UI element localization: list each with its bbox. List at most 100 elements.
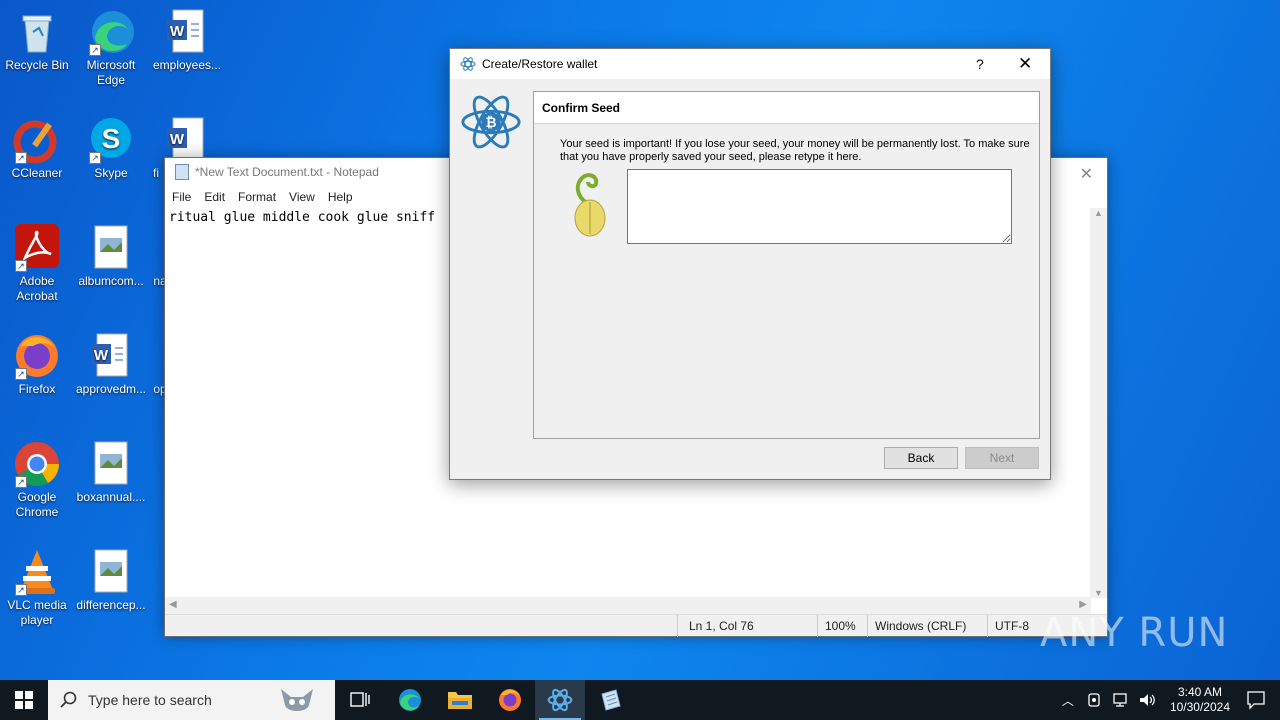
status-divider	[817, 615, 818, 637]
menu-format[interactable]: Format	[238, 190, 276, 204]
back-button[interactable]: Back	[884, 447, 958, 469]
next-button[interactable]: Next	[965, 447, 1039, 469]
desktop-icon-microsoft-edge[interactable]: ↗ Microsoft Edge	[74, 8, 148, 88]
adobe-acrobat-icon: ↗	[13, 224, 61, 272]
scroll-up-icon[interactable]: ▲	[1090, 208, 1107, 218]
help-button[interactable]: ?	[976, 56, 984, 72]
shortcut-arrow-icon: ↗	[89, 152, 101, 164]
create-restore-wallet-dialog[interactable]: Create/Restore wallet ? ✕ ₿ Confirm Seed…	[449, 48, 1051, 480]
svg-text:W: W	[170, 131, 185, 148]
status-divider	[867, 615, 868, 637]
vlc-icon: ↗	[13, 548, 61, 596]
notepad-statusbar: Ln 1, Col 76 100% Windows (CRLF) UTF-8	[165, 614, 1107, 637]
taskbar-clock[interactable]: 3:40 AM 10/30/2024	[1170, 685, 1230, 715]
volume-icon[interactable]	[1138, 691, 1156, 709]
desktop-icon-approvedm[interactable]: W approvedm...	[74, 332, 148, 397]
scroll-right-icon[interactable]: ▶	[1079, 599, 1087, 610]
skype-icon: S ↗	[87, 116, 135, 164]
search-highlight-icon	[281, 689, 313, 711]
shortcut-arrow-icon: ↗	[89, 44, 101, 56]
icon-label: Microsoft Edge	[86, 58, 136, 87]
edge-icon: ↗	[87, 8, 135, 56]
task-view-icon	[350, 692, 370, 707]
icon-label: VLC media player	[7, 598, 67, 627]
menu-help[interactable]: Help	[328, 190, 353, 204]
electrum-logo-icon: ₿	[461, 95, 521, 149]
shortcut-arrow-icon: ↗	[15, 584, 27, 596]
notepad-icon	[175, 164, 189, 180]
search-icon	[60, 691, 77, 708]
icon-label: Recycle Bin	[5, 58, 69, 72]
taskbar-notepad[interactable]	[585, 680, 635, 720]
status-zoom: 100%	[825, 619, 856, 633]
scroll-down-icon[interactable]: ▼	[1090, 588, 1107, 598]
icon-label: approvedm...	[75, 382, 147, 396]
image-file-icon	[87, 548, 135, 596]
desktop-icon-firefox[interactable]: ↗ Firefox	[0, 332, 74, 397]
search-placeholder: Type here to search	[88, 692, 212, 708]
taskbar-edge[interactable]	[385, 680, 435, 720]
desktop-icon-employees[interactable]: W employees...	[150, 8, 224, 73]
shortcut-arrow-icon: ↗	[15, 476, 27, 488]
desktop-icon-differencep[interactable]: differencep...	[74, 548, 148, 613]
desktop-icon-ccleaner[interactable]: ↗ CCleaner	[0, 116, 74, 181]
icon-label: CCleaner	[11, 166, 63, 180]
notifications-icon[interactable]	[1246, 690, 1266, 710]
scroll-left-icon[interactable]: ◀	[169, 599, 177, 610]
anyrun-watermark: ANY RUN	[1040, 610, 1229, 656]
status-position: Ln 1, Col 76	[689, 619, 754, 633]
windows-logo-icon	[15, 691, 33, 709]
status-line-ending: Windows (CRLF)	[875, 619, 967, 633]
svg-text:S: S	[102, 123, 121, 154]
desktop-icon-boxannual[interactable]: boxannual....	[74, 440, 148, 505]
seed-warning-message: Your seed is important! If you lose your…	[560, 138, 1030, 163]
menu-file[interactable]: File	[172, 190, 191, 204]
vertical-scrollbar[interactable]: ▲ ▼	[1090, 208, 1107, 598]
electrum-logo-icon	[547, 688, 573, 712]
electrum-logo-icon	[460, 57, 476, 71]
menu-edit[interactable]: Edit	[204, 190, 225, 204]
taskbar-firefox[interactable]	[485, 680, 535, 720]
device-icon[interactable]	[1086, 691, 1104, 709]
icon-label: Adobe Acrobat	[16, 274, 58, 303]
folder-icon	[448, 692, 472, 709]
system-tray: ︿ 3:40 AM 10/30/2024	[1054, 680, 1280, 720]
horizontal-scrollbar[interactable]: ◀ ▶	[165, 597, 1091, 614]
start-button[interactable]	[0, 680, 48, 720]
edge-icon	[399, 689, 421, 711]
notepad-text-area[interactable]: ritual glue middle cook glue sniff	[169, 210, 435, 225]
status-encoding: UTF-8	[995, 619, 1029, 633]
dialog-title: Create/Restore wallet	[482, 57, 598, 71]
status-divider	[987, 615, 988, 637]
firefox-icon: ↗	[13, 332, 61, 380]
recycle-bin-icon	[13, 8, 61, 56]
svg-text:₿: ₿	[485, 115, 496, 130]
chevron-up-icon[interactable]: ︿	[1062, 692, 1074, 709]
svg-text:W: W	[94, 347, 109, 364]
desktop-icon-recycle-bin[interactable]: Recycle Bin	[0, 8, 74, 73]
shortcut-arrow-icon: ↗	[15, 152, 27, 164]
close-button[interactable]: ✕	[1018, 54, 1032, 74]
notepad-close-button[interactable]: ✕	[1080, 164, 1093, 184]
icon-label: boxannual....	[76, 490, 146, 504]
taskbar-search-box[interactable]: Type here to search	[48, 680, 335, 720]
network-icon[interactable]	[1112, 691, 1130, 709]
image-file-icon	[87, 440, 135, 488]
desktop-icon-adobe-acrobat[interactable]: ↗ Adobe Acrobat	[0, 224, 74, 304]
icon-label: Skype	[94, 166, 128, 180]
shortcut-arrow-icon: ↗	[15, 368, 27, 380]
clock-date: 10/30/2024	[1169, 700, 1230, 714]
desktop-icon-skype[interactable]: S ↗ Skype	[74, 116, 148, 181]
taskbar-file-explorer[interactable]	[435, 680, 485, 720]
taskbar-electrum[interactable]	[535, 680, 585, 720]
menu-view[interactable]: View	[289, 190, 315, 204]
desktop-icon-vlc[interactable]: ↗ VLC media player	[0, 548, 74, 628]
dialog-titlebar[interactable]: Create/Restore wallet	[450, 49, 1050, 79]
desktop-icon-albumcom[interactable]: albumcom...	[74, 224, 148, 289]
icon-label: employees...	[152, 58, 222, 72]
clock-time: 3:40 AM	[1177, 685, 1222, 699]
seed-input[interactable]	[627, 169, 1012, 244]
task-view-button[interactable]	[335, 680, 385, 720]
desktop-icon-google-chrome[interactable]: ↗ Google Chrome	[0, 440, 74, 520]
seed-sprout-icon	[574, 173, 606, 237]
